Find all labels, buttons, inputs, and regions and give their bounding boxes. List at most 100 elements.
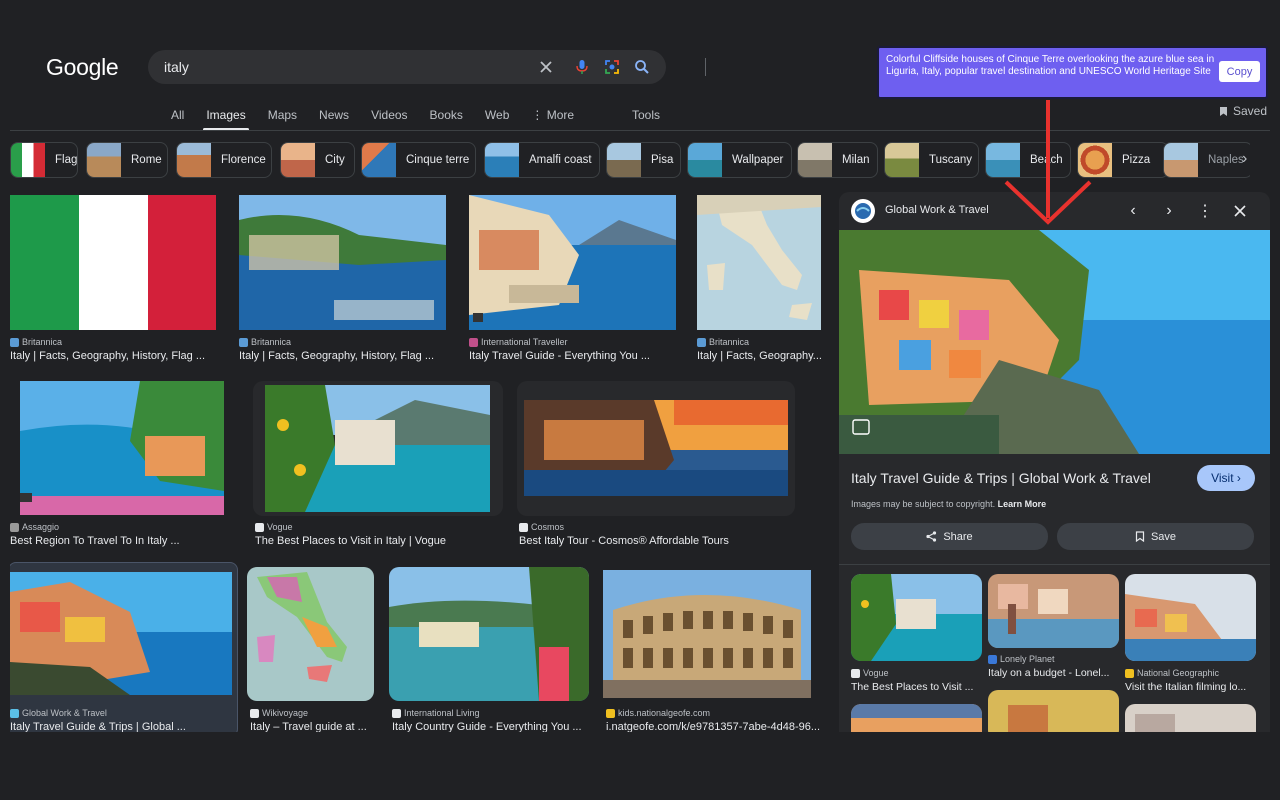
- google-logo[interactable]: Google: [46, 54, 119, 81]
- mic-icon[interactable]: [572, 57, 592, 77]
- image-badge: [473, 313, 483, 322]
- result-title[interactable]: Italy | Facts, Geography...: [697, 350, 822, 362]
- source-favicon: [851, 199, 875, 223]
- chip-tuscany[interactable]: Tuscany: [884, 142, 979, 178]
- result-source: kids.nationalgeofe.com: [606, 708, 710, 718]
- copyright-notice: Images may be subject to copyright. Lear…: [851, 499, 1047, 509]
- tab-books[interactable]: Books: [419, 104, 474, 130]
- result-source: Britannica: [239, 337, 291, 347]
- tab-all[interactable]: All: [160, 104, 195, 130]
- image-preview-panel: Global Work & Travel ‹ › ⋮ Italy Travel …: [839, 192, 1270, 732]
- visit-button[interactable]: Visit ›: [1197, 465, 1255, 491]
- related-image[interactable]: [988, 690, 1119, 732]
- chevron-right-icon[interactable]: ›: [1158, 200, 1180, 222]
- more-vert-icon[interactable]: ⋮: [1194, 200, 1216, 222]
- result-source: Britannica: [697, 337, 749, 347]
- chip-thumbnail: [362, 143, 396, 177]
- chip-pizza[interactable]: Pizza: [1077, 142, 1169, 178]
- chip-naples[interactable]: Naples: [1163, 142, 1250, 178]
- tab-videos[interactable]: Videos: [360, 104, 418, 130]
- tab-web[interactable]: Web: [474, 104, 520, 130]
- britannica-favicon: [239, 337, 248, 347]
- tab-more[interactable]: ⋮ More: [520, 104, 585, 130]
- chip-amalfi-coast[interactable]: Amalfi coast: [484, 142, 600, 178]
- traveller-favicon: [469, 337, 478, 347]
- chip-label: Beach: [1030, 154, 1063, 166]
- result-title[interactable]: Best Italy Tour - Cosmos® Affordable Tou…: [519, 535, 729, 547]
- related-image[interactable]: [988, 574, 1119, 648]
- related-image[interactable]: [851, 704, 982, 732]
- share-button[interactable]: Share: [851, 523, 1048, 550]
- chip-wallpaper[interactable]: Wallpaper: [687, 142, 792, 178]
- image-lake-como[interactable]: [389, 567, 589, 701]
- chip-pisa[interactable]: Pisa: [606, 142, 681, 178]
- image-cinque-terre-selected[interactable]: [10, 572, 232, 695]
- related-image[interactable]: [1125, 704, 1256, 732]
- preview-image[interactable]: [839, 230, 1270, 454]
- result-title[interactable]: Best Region To Travel To In Italy ...: [10, 535, 180, 547]
- image-cinque-terre-sunset[interactable]: [524, 400, 788, 496]
- search-input[interactable]: [164, 56, 524, 78]
- chip-city[interactable]: City: [280, 142, 355, 178]
- chip-thumbnail: [177, 143, 211, 177]
- result-source: International Living: [392, 708, 480, 718]
- result-title[interactable]: Italy Country Guide - Everything You ...: [392, 721, 582, 732]
- chevron-left-icon[interactable]: ‹: [1122, 200, 1144, 222]
- chip-rome[interactable]: Rome: [86, 142, 168, 178]
- result-title[interactable]: Italy | Facts, Geography, History, Flag …: [10, 350, 205, 362]
- close-icon[interactable]: [536, 57, 556, 77]
- result-title[interactable]: Italy Travel Guide - Everything You ...: [469, 350, 650, 362]
- learn-more-link[interactable]: Learn More: [998, 499, 1047, 509]
- search-divider: [705, 58, 706, 76]
- vogue-favicon: [255, 522, 264, 532]
- result-title[interactable]: Italy Travel Guide & Trips | Global ...: [10, 721, 186, 732]
- chip-label: Pizza: [1122, 154, 1151, 166]
- chip-cinque-terre[interactable]: Cinque terre: [361, 142, 476, 178]
- copy-button[interactable]: Copy: [1219, 61, 1260, 82]
- image-italy-map[interactable]: [697, 195, 821, 330]
- chip-flag[interactable]: Flag: [10, 142, 78, 178]
- chip-label: Cinque terre: [406, 154, 470, 166]
- lens-icon[interactable]: [602, 57, 622, 77]
- result-title[interactable]: The Best Places to Visit in Italy | Vogu…: [255, 535, 446, 547]
- britannica-favicon: [10, 337, 19, 347]
- chip-label: Rome: [131, 154, 162, 166]
- result-source: International Traveller: [469, 337, 568, 347]
- tab-news[interactable]: News: [308, 104, 360, 130]
- result-title[interactable]: i.natgeofe.com/k/e9781357-7abe-4d48-96..…: [606, 721, 820, 732]
- related-image[interactable]: [851, 574, 982, 661]
- result-title[interactable]: Visit the Italian filming lo...: [1125, 681, 1246, 693]
- result-title[interactable]: Italy – Travel guide at ...: [250, 721, 367, 732]
- chip-florence[interactable]: Florence: [176, 142, 272, 178]
- britannica-favicon: [697, 337, 706, 347]
- image-colosseum[interactable]: [603, 570, 811, 698]
- tools-button[interactable]: Tools: [632, 108, 660, 122]
- chip-label: Pisa: [651, 154, 674, 166]
- panel-source[interactable]: Global Work & Travel: [885, 204, 989, 216]
- close-icon[interactable]: [1229, 200, 1251, 222]
- chip-thumbnail: [1078, 143, 1112, 177]
- intl-living-favicon: [392, 708, 401, 718]
- panel-title[interactable]: Italy Travel Guide & Trips | Global Work…: [851, 470, 1151, 486]
- tab-maps[interactable]: Maps: [257, 104, 308, 130]
- image-italy-flag[interactable]: [10, 195, 216, 330]
- image-amalfi-coast[interactable]: [239, 195, 446, 330]
- related-image[interactable]: [1125, 574, 1256, 661]
- chip-label: Tuscany: [929, 154, 973, 166]
- result-title[interactable]: The Best Places to Visit ...: [851, 681, 973, 693]
- chip-beach[interactable]: Beach: [985, 142, 1071, 178]
- image-amalfi-lemons[interactable]: [265, 385, 490, 512]
- image-italy-regions-map[interactable]: [247, 567, 374, 701]
- tab-images[interactable]: Images: [195, 104, 256, 131]
- saved-button[interactable]: Saved: [1218, 104, 1267, 118]
- result-source: Global Work & Travel: [10, 708, 107, 718]
- image-amalfi-village[interactable]: [469, 195, 676, 330]
- save-button[interactable]: Save: [1057, 523, 1254, 550]
- chevron-right-icon[interactable]: ›: [1242, 150, 1247, 168]
- chip-label: Milan: [842, 154, 870, 166]
- result-title[interactable]: Italy | Facts, Geography, History, Flag …: [239, 350, 434, 362]
- image-lake-village[interactable]: [20, 381, 224, 515]
- search-icon[interactable]: [632, 57, 652, 77]
- result-title[interactable]: Italy on a budget - Lonel...: [988, 667, 1109, 679]
- chip-milan[interactable]: Milan: [797, 142, 878, 178]
